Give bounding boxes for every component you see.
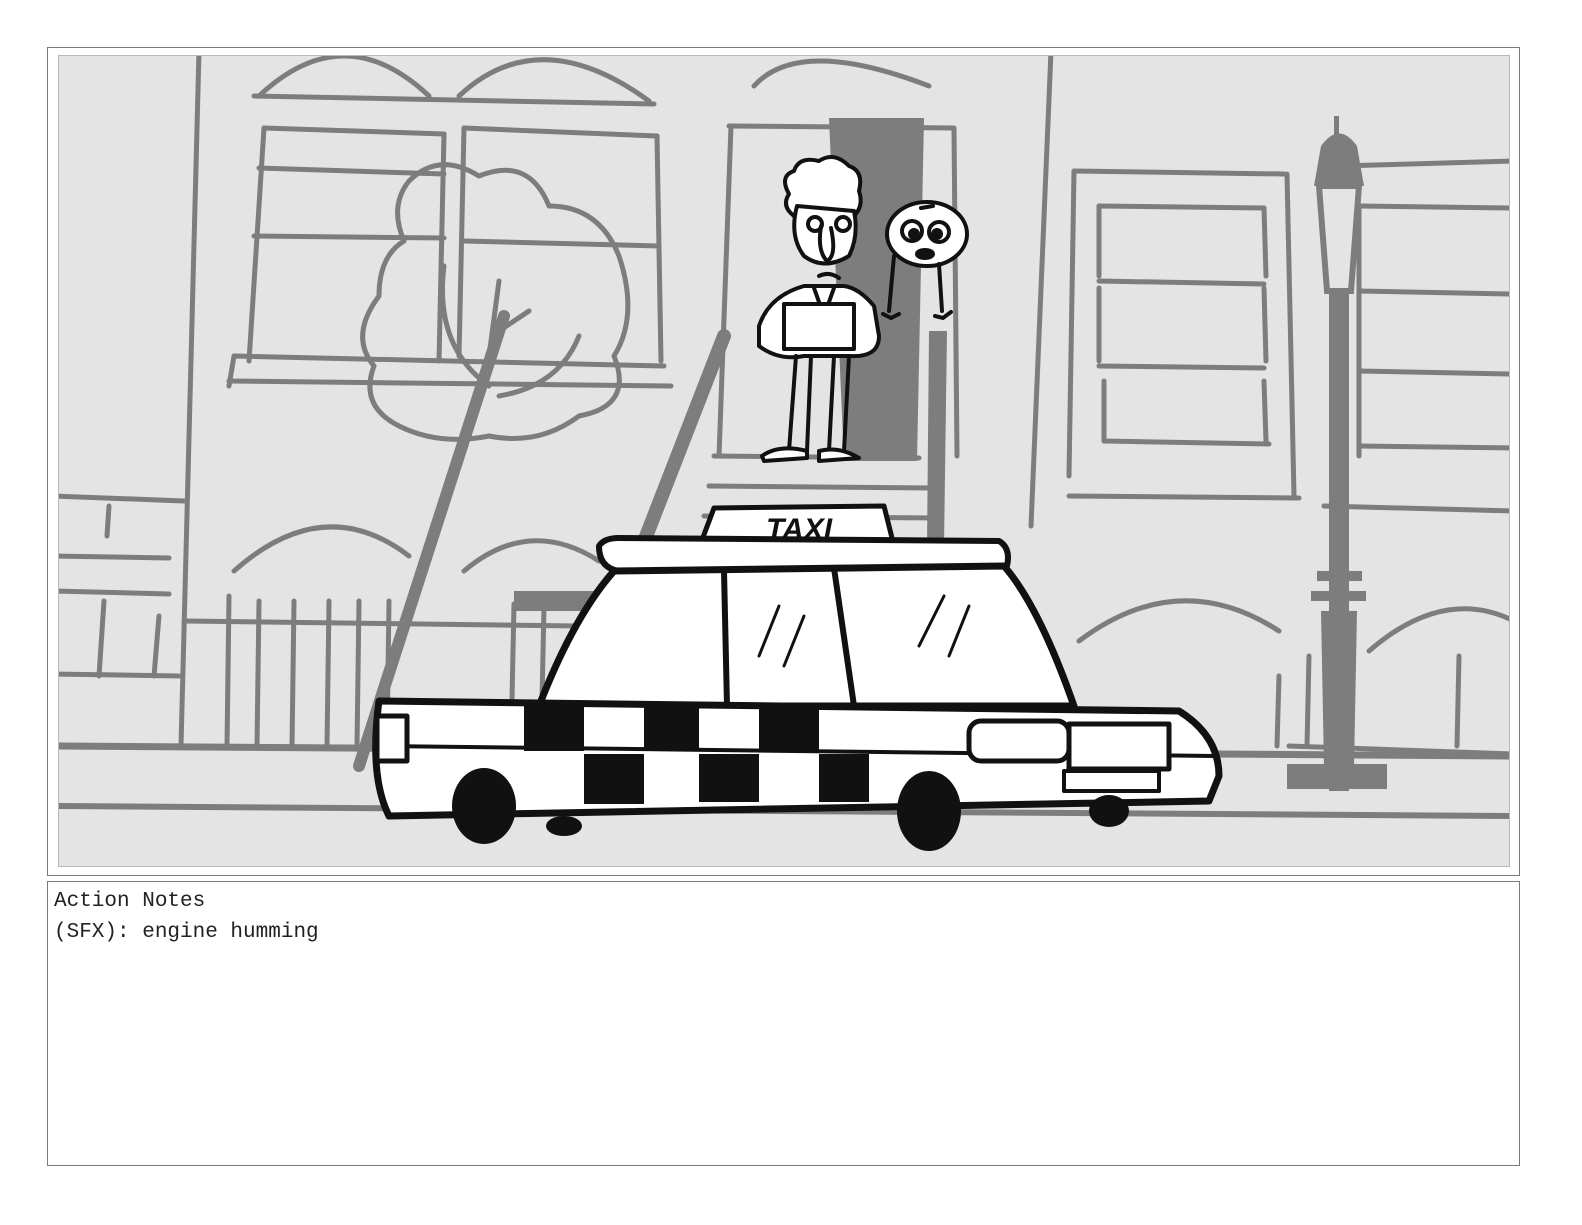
storyboard-panel-image: TAXI <box>58 55 1510 867</box>
taxi-sign-text: TAXI <box>766 513 833 546</box>
action-notes-panel: Action Notes (SFX): engine humming <box>47 881 1520 1166</box>
action-notes-heading: Action Notes <box>54 890 206 913</box>
action-notes-line: (SFX): engine humming <box>54 921 319 944</box>
storyboard-panel-frame: TAXI <box>47 47 1520 876</box>
street-scene-drawing: TAXI <box>59 56 1509 851</box>
